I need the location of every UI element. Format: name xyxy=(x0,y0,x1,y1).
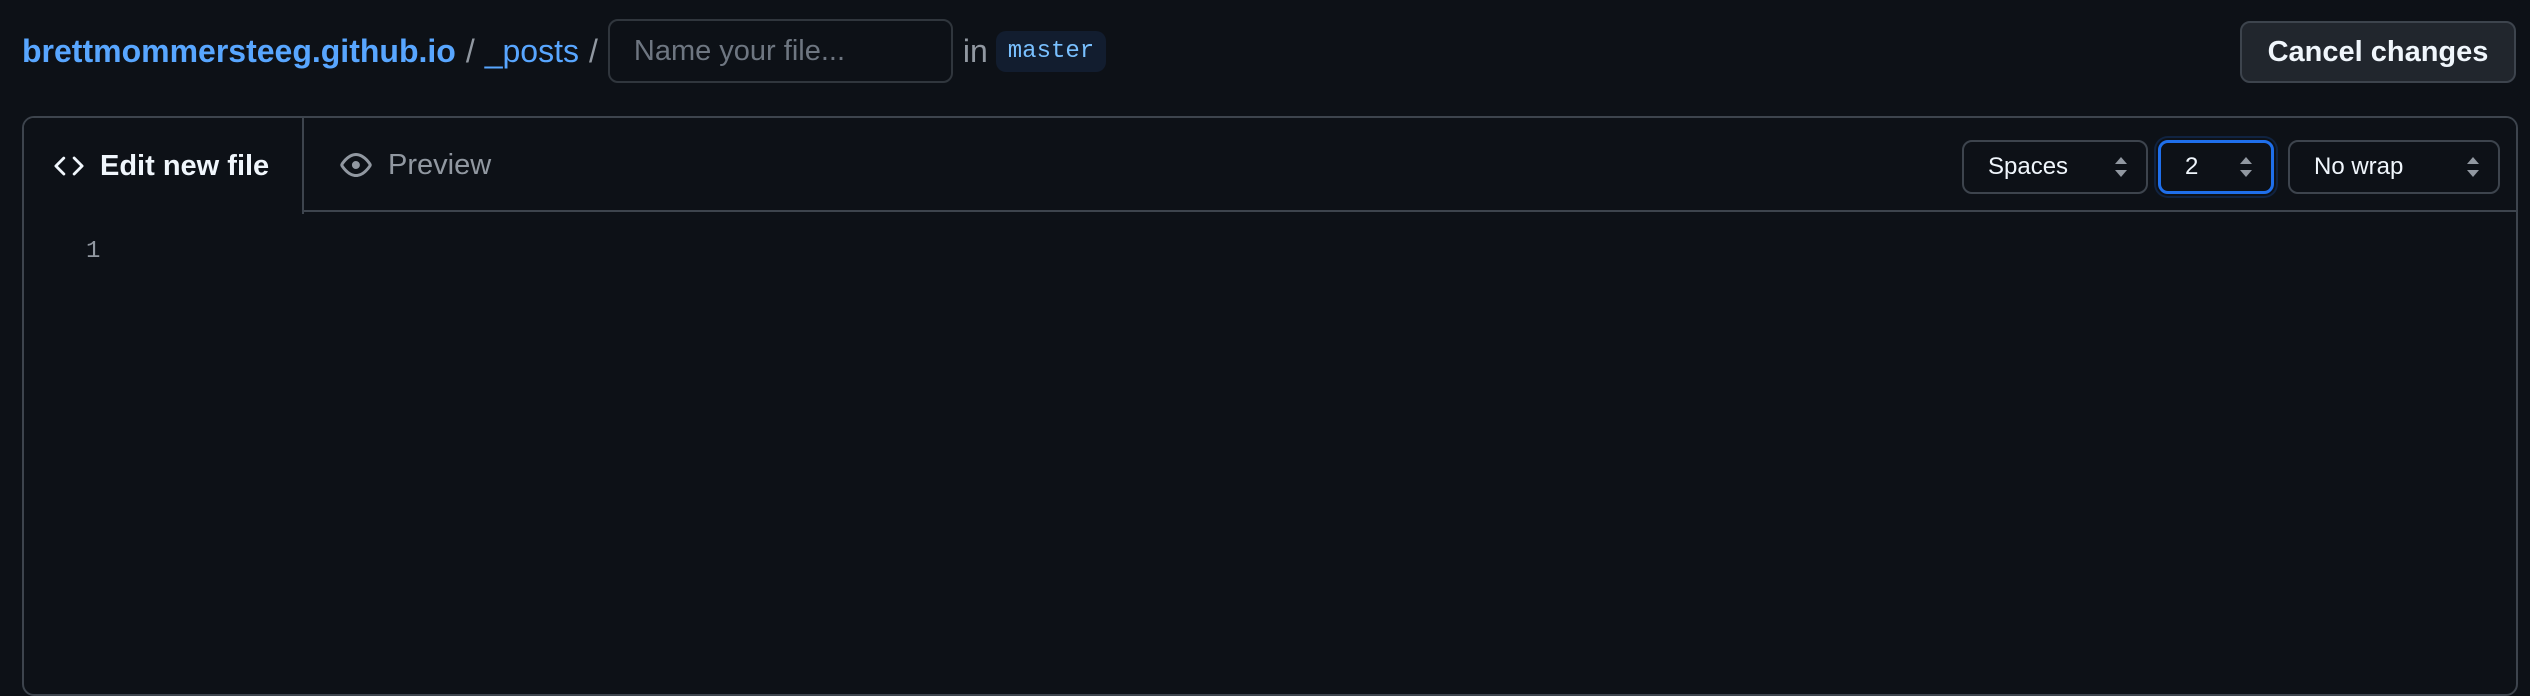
code-icon xyxy=(54,151,84,181)
filename-input[interactable] xyxy=(607,19,953,83)
indent-mode-select[interactable]: Spaces xyxy=(1962,140,2148,194)
indent-mode-value: Spaces xyxy=(1988,153,2069,180)
breadcrumb-separator: / xyxy=(465,32,475,69)
tab-label: Edit new file xyxy=(100,149,270,182)
branch-badge: master xyxy=(995,30,1107,72)
chevron-up-down-icon xyxy=(2466,155,2480,179)
repo-link[interactable]: brettmommersteeg.github.io xyxy=(22,33,456,70)
breadcrumb-separator: / xyxy=(588,32,598,69)
code-editor[interactable] xyxy=(134,214,2516,694)
chevron-up-down-icon xyxy=(2239,155,2253,179)
editor-panel: Edit new file Preview Spaces 2 No wrap 1 xyxy=(22,116,2518,696)
branch-prefix: in xyxy=(962,32,988,69)
cancel-changes-button[interactable]: Cancel changes xyxy=(2240,21,2516,83)
posts-dir-link[interactable]: _posts xyxy=(485,33,579,70)
indent-size-select[interactable]: 2 xyxy=(2158,140,2274,194)
tab-label: Preview xyxy=(388,148,492,181)
tab-edit-new-file[interactable]: Edit new file xyxy=(24,118,304,214)
editor-header: Edit new file Preview Spaces 2 No wrap xyxy=(24,118,2516,214)
wrap-mode-value: No wrap xyxy=(2314,153,2404,180)
indent-size-value: 2 xyxy=(2185,153,2199,180)
breadcrumb: brettmommersteeg.github.io / _posts / in… xyxy=(22,18,1107,84)
wrap-mode-select[interactable]: No wrap xyxy=(2288,140,2500,194)
eye-icon xyxy=(340,149,372,181)
tab-preview[interactable]: Preview xyxy=(340,118,491,212)
chevron-up-down-icon xyxy=(2114,155,2128,179)
line-number: 1 xyxy=(86,238,101,265)
top-bar: brettmommersteeg.github.io / _posts / in… xyxy=(0,0,2530,104)
